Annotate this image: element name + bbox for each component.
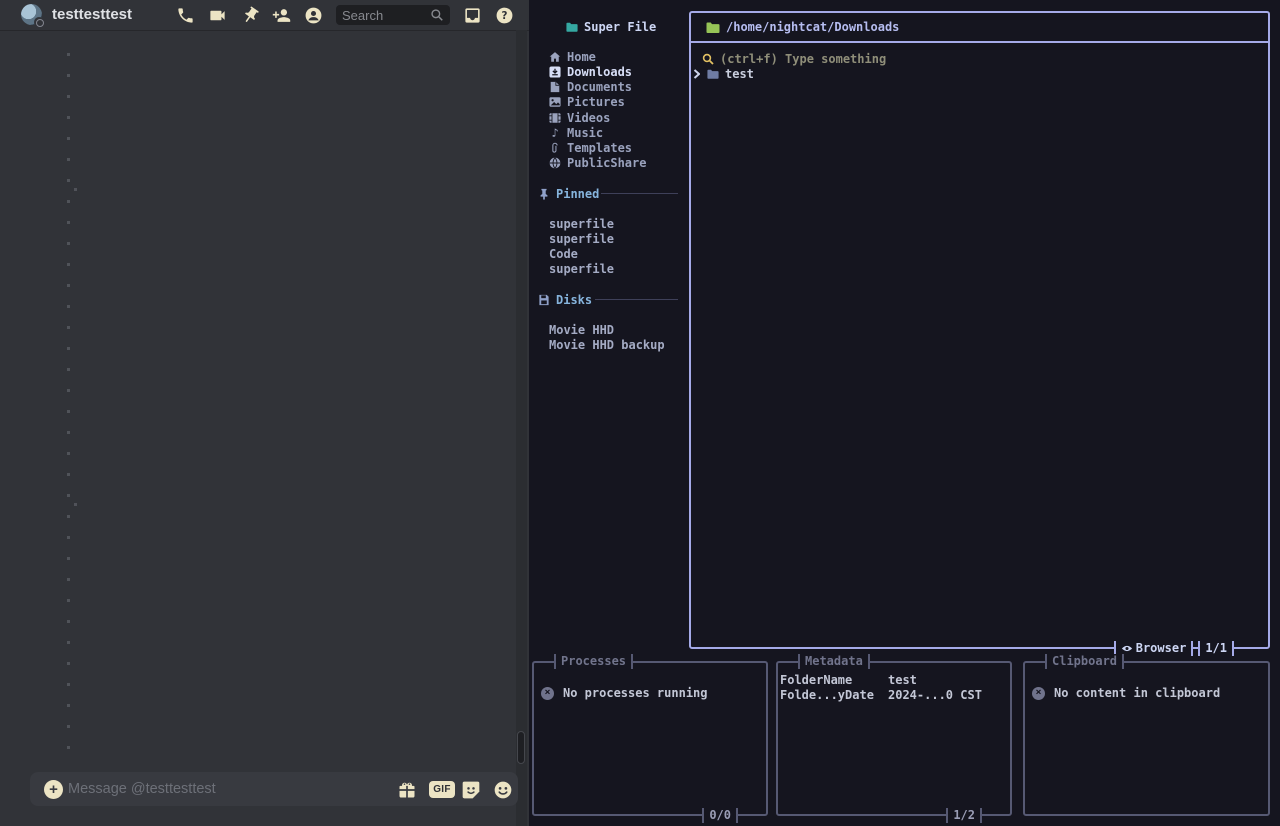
file-row-test[interactable]: test	[693, 67, 754, 81]
help-icon[interactable]: ?	[494, 5, 514, 25]
dm-title: testtesttest	[52, 6, 132, 23]
sidebar-item-publicshare[interactable]: PublicShare	[548, 155, 646, 170]
browser-footer: Browser 1/1	[1114, 641, 1234, 656]
search-icon	[701, 53, 715, 65]
attach-plus-icon[interactable]: +	[44, 780, 63, 799]
clip-icon	[548, 142, 562, 154]
sidebar-item-music[interactable]: ♪ Music	[548, 125, 603, 140]
sidebar-item-templates[interactable]: Templates	[548, 140, 632, 155]
pinned-section-header: Pinned	[537, 186, 599, 201]
eye-icon	[1121, 644, 1133, 653]
none-icon: ×	[1032, 687, 1045, 700]
processes-empty-message: × No processes running	[541, 686, 708, 700]
search-input[interactable]: Search	[336, 5, 450, 25]
clipboard-title: Clipboard	[1045, 654, 1124, 669]
superfile-app: Super File Home Downloads Documents Pict…	[529, 0, 1280, 826]
panel-counter: 1/1	[1198, 641, 1234, 656]
metadata-row: Folde...yDate 2024-...0 CST	[780, 688, 1008, 703]
pin-icon[interactable]	[240, 5, 260, 25]
emoji-icon[interactable]	[492, 779, 514, 801]
sidebar-item-pictures[interactable]: Pictures	[548, 94, 625, 109]
metadata-title: Metadata	[798, 654, 870, 669]
cursor-chevron-icon	[693, 69, 705, 79]
pinned-item[interactable]: superfile	[549, 231, 614, 246]
disk-item[interactable]: Movie HHD	[549, 322, 614, 337]
file-search-input[interactable]: (ctrl+f) Type something	[701, 52, 886, 66]
processes-panel: Processes × No processes running 0/0	[532, 661, 768, 816]
metadata-row: FolderName test	[780, 673, 1008, 688]
metadata-rows: FolderName test Folde...yDate 2024-...0 …	[780, 673, 1008, 703]
sidebar-item-videos[interactable]: Videos	[548, 110, 610, 125]
disks-section-header: Disks	[537, 292, 592, 307]
film-icon	[548, 112, 562, 124]
call-icon[interactable]	[175, 5, 195, 25]
pinned-item[interactable]: superfile	[549, 261, 614, 276]
chat-scrollbar-track	[516, 30, 527, 826]
gift-icon[interactable]	[396, 779, 418, 801]
message-markers	[67, 53, 70, 750]
mode-badge: Browser	[1114, 641, 1194, 656]
message-marker-dot	[74, 503, 77, 506]
sticker-icon[interactable]	[460, 779, 482, 801]
folder-icon	[706, 68, 720, 80]
download-icon	[548, 66, 562, 78]
gif-picker-icon[interactable]: GIF	[429, 781, 455, 798]
file-name: test	[725, 67, 754, 81]
path-bar: /home/nightcat/Downloads	[691, 13, 1268, 43]
status-indicator-icon	[34, 17, 44, 27]
add-friend-icon[interactable]	[271, 5, 291, 25]
image-icon	[548, 96, 562, 108]
file-browser-panel: /home/nightcat/Downloads (ctrl+f) Type s…	[689, 11, 1270, 649]
none-icon: ×	[541, 687, 554, 700]
globe-icon	[548, 157, 562, 169]
message-placeholder: Message @testtesttest	[68, 781, 216, 797]
current-path: /home/nightcat/Downloads	[726, 20, 899, 34]
discord-chat-pane: testtesttest Search	[0, 0, 529, 826]
pinned-item[interactable]: superfile	[549, 216, 614, 231]
document-icon	[548, 81, 562, 93]
clipboard-panel: Clipboard × No content in clipboard	[1023, 661, 1270, 816]
message-composer[interactable]: + Message @testtesttest GIF	[30, 772, 518, 806]
profile-icon[interactable]	[303, 5, 323, 25]
processes-counter: 0/0	[702, 808, 738, 823]
sidebar-item-home[interactable]: Home	[548, 49, 596, 64]
sidebar-item-downloads[interactable]: Downloads	[548, 64, 632, 79]
app-title: Super File	[565, 19, 656, 34]
video-call-icon[interactable]	[207, 5, 227, 25]
dm-header: testtesttest Search	[0, 0, 529, 30]
metadata-counter: 1/2	[946, 808, 982, 823]
section-divider	[595, 299, 678, 300]
disk-item[interactable]: Movie HHD backup	[549, 337, 665, 352]
screen: testtesttest Search	[0, 0, 1280, 826]
search-placeholder: Search	[342, 8, 430, 23]
file-search-placeholder: (ctrl+f) Type something	[720, 52, 886, 66]
section-divider	[601, 193, 678, 194]
inbox-icon[interactable]	[462, 5, 482, 25]
sidebar-item-documents[interactable]: Documents	[548, 79, 632, 94]
pin-icon	[537, 188, 551, 200]
search-icon	[430, 8, 444, 22]
metadata-panel: Metadata FolderName test Folde...yDate 2…	[776, 661, 1012, 816]
chat-scrollbar-thumb[interactable]	[517, 731, 525, 764]
disk-icon	[537, 294, 551, 306]
message-marker-dot	[74, 188, 77, 191]
pinned-item[interactable]: Code	[549, 246, 578, 261]
folder-icon	[705, 21, 721, 34]
music-icon: ♪	[548, 126, 562, 140]
svg-text:?: ?	[501, 10, 507, 22]
home-icon	[548, 51, 562, 63]
processes-title: Processes	[554, 654, 633, 669]
clipboard-empty-message: × No content in clipboard	[1032, 686, 1220, 700]
folder-icon	[565, 21, 579, 33]
